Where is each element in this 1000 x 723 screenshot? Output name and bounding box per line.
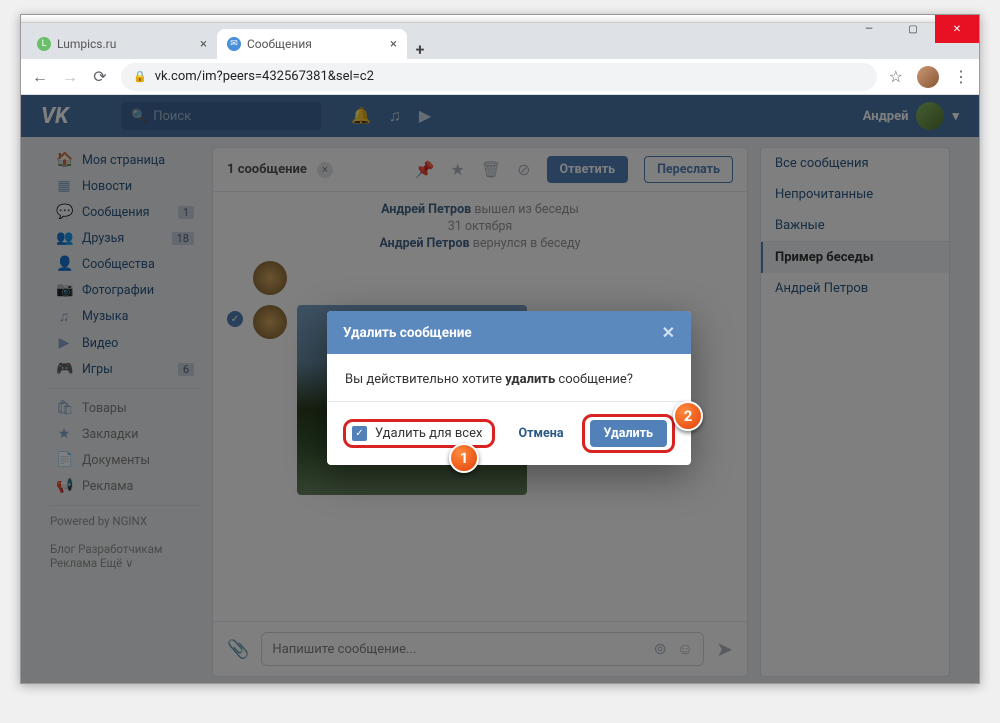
check-icon: ✓	[352, 426, 367, 441]
forward-icon[interactable]: →	[61, 67, 79, 87]
modal-header: Удалить сообщение ✕	[327, 311, 691, 354]
window-maximize[interactable]: ▢	[891, 15, 935, 43]
titlebar	[21, 15, 979, 23]
annotation-marker-2: 2	[673, 401, 703, 431]
modal-footer: ✓ Удалить для всех Отмена Удалить	[327, 401, 691, 465]
cancel-button[interactable]: Отмена	[519, 426, 564, 441]
browser-window: — ▢ ✕ L Lumpics.ru × ✉ Сообщения × + ← →…	[20, 14, 980, 684]
tab-title: Сообщения	[247, 37, 312, 51]
delete-modal: Удалить сообщение ✕ Вы действительно хот…	[327, 311, 691, 465]
modal-body: Вы действительно хотите удалить сообщени…	[327, 354, 691, 401]
vk-page: VK 🔍 Поиск 🔔 ♫ ▶ Андрей ▾ 🏠Моя страница …	[21, 95, 979, 683]
delete-for-all-checkbox[interactable]: ✓ Удалить для всех	[343, 419, 495, 448]
annotation-marker-1: 1	[449, 443, 479, 473]
modal-text-bold: удалить	[505, 372, 555, 387]
url-text: vk.com/im?peers=432567381&sel=c2	[155, 69, 374, 84]
profile-avatar[interactable]	[917, 66, 939, 88]
url-field[interactable]: 🔒 vk.com/im?peers=432567381&sel=c2	[121, 63, 877, 91]
star-icon[interactable]: ☆	[889, 67, 903, 86]
favicon-icon: L	[37, 37, 51, 51]
lock-icon: 🔒	[133, 70, 147, 83]
delete-button[interactable]: Удалить	[590, 420, 668, 447]
close-icon[interactable]: ×	[200, 37, 207, 52]
modal-title: Удалить сообщение	[343, 325, 472, 341]
close-icon[interactable]: ×	[390, 37, 397, 52]
window-controls: — ▢ ✕	[847, 15, 979, 43]
favicon-icon: ✉	[227, 37, 241, 51]
menu-icon[interactable]: ⋮	[953, 67, 969, 86]
window-close[interactable]: ✕	[935, 15, 979, 43]
new-tab-button[interactable]: +	[407, 40, 433, 59]
delete-button-highlight: Удалить	[582, 414, 676, 453]
modal-text: сообщение?	[555, 372, 633, 387]
modal-text: Вы действительно хотите	[345, 372, 505, 387]
tab-title: Lumpics.ru	[57, 37, 116, 51]
close-icon[interactable]: ✕	[662, 323, 675, 342]
checkbox-label: Удалить для всех	[375, 426, 482, 441]
window-minimize[interactable]: —	[847, 15, 891, 43]
modal-actions: Отмена Удалить	[519, 414, 675, 453]
tab-lumpics[interactable]: L Lumpics.ru ×	[27, 29, 217, 59]
addr-right-icons: ☆ ⋮	[889, 66, 969, 88]
back-icon[interactable]: ←	[31, 67, 49, 87]
tab-messages[interactable]: ✉ Сообщения ×	[217, 29, 407, 59]
address-bar: ← → ⟳ 🔒 vk.com/im?peers=432567381&sel=c2…	[21, 59, 979, 95]
tab-strip: L Lumpics.ru × ✉ Сообщения × +	[21, 23, 979, 59]
reload-icon[interactable]: ⟳	[91, 67, 109, 86]
